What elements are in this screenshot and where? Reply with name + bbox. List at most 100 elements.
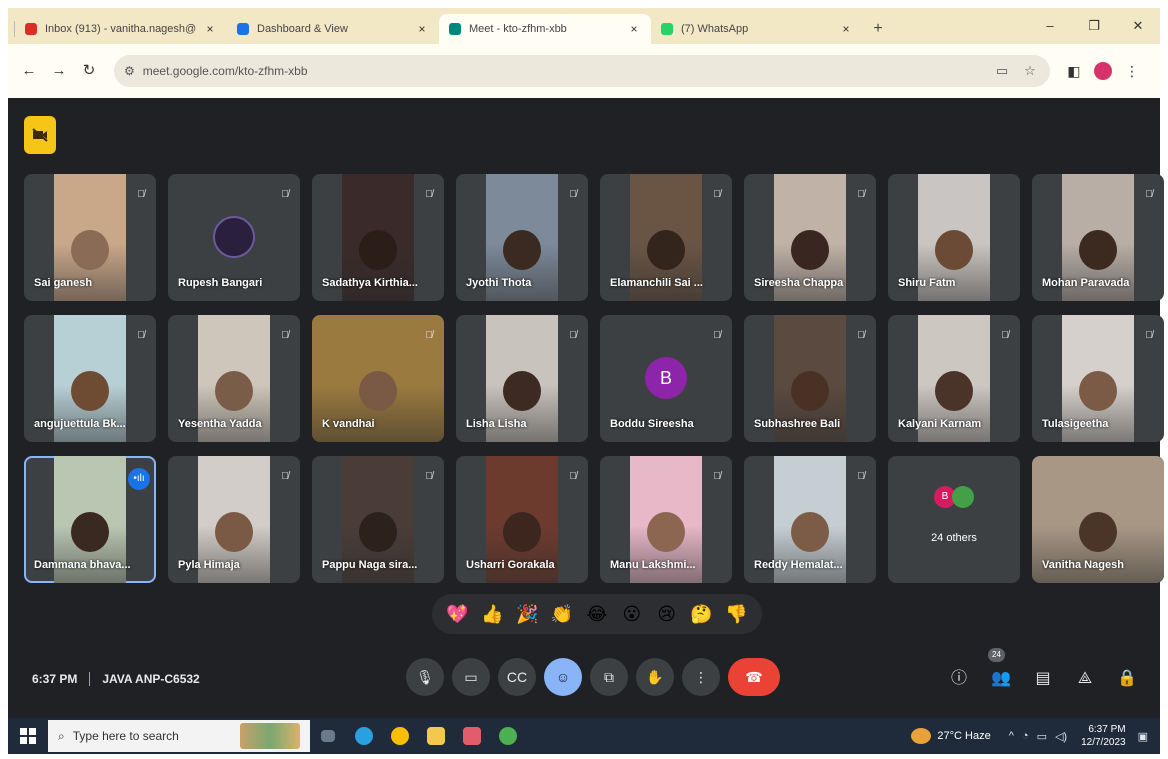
participant-face bbox=[1079, 512, 1117, 552]
participant-tile[interactable]: 🎙̸ Sai ganesh bbox=[24, 174, 156, 301]
photos-icon[interactable] bbox=[454, 718, 490, 754]
participant-tile[interactable]: 🎙̸ angujuettula Bk... bbox=[24, 315, 156, 442]
participant-name: Yesentha Yadda bbox=[178, 418, 262, 430]
close-tab-icon[interactable]: × bbox=[839, 22, 853, 36]
reaction-emoji[interactable]: 😮 bbox=[619, 601, 645, 627]
mic-off-icon: 🎙̸ bbox=[1145, 189, 1153, 200]
mic-off-icon: 🎙̸ bbox=[425, 471, 433, 482]
reaction-emoji[interactable]: 🤔 bbox=[689, 601, 715, 627]
task-view-icon[interactable] bbox=[310, 718, 346, 754]
reload-icon[interactable]: ↻ bbox=[76, 58, 102, 84]
bookmark-star-icon[interactable]: ☆ bbox=[1020, 63, 1040, 79]
forward-icon[interactable]: → bbox=[46, 58, 72, 84]
participant-tile[interactable]: 🎙̸ Jyothi Thota bbox=[456, 174, 588, 301]
reaction-emoji[interactable]: 😂 bbox=[584, 601, 610, 627]
participant-tile[interactable]: 🎙̸ Manu Lakshmi... bbox=[600, 456, 732, 583]
participant-tile[interactable]: 🎙̸ Yesentha Yadda bbox=[168, 315, 300, 442]
address-url[interactable]: meet.google.com/kto-zfhm-xbb bbox=[143, 64, 984, 78]
browser-tab-strip: Inbox (913) - vanitha.nagesh@ × Dashboard … bbox=[8, 8, 1160, 44]
reaction-emoji[interactable]: 👏 bbox=[549, 601, 575, 627]
participant-tile[interactable]: 🎙̸ K vandhai bbox=[312, 315, 444, 442]
participant-tile[interactable]: •ılı Dammana bhava... bbox=[24, 456, 156, 583]
participant-face bbox=[215, 371, 253, 411]
participant-tile[interactable]: 🎙̸ Reddy Hemalat... bbox=[744, 456, 876, 583]
browser-tab[interactable]: Inbox (913) - vanitha.nagesh@ × bbox=[15, 14, 227, 44]
close-tab-icon[interactable]: × bbox=[203, 22, 217, 36]
participant-face bbox=[359, 230, 397, 270]
network-icon[interactable]: ◔ bbox=[1022, 730, 1029, 742]
back-icon[interactable]: ← bbox=[16, 58, 42, 84]
activities-button[interactable]: ⟁ bbox=[1064, 664, 1106, 694]
participant-tile[interactable]: 🎙̸ Pyla Himaja bbox=[168, 456, 300, 583]
camera-button[interactable]: ▭ bbox=[452, 658, 490, 696]
participant-tile[interactable]: Vanitha Nagesh bbox=[1032, 456, 1164, 583]
camera-off-indicator[interactable] bbox=[24, 116, 56, 154]
sidepanel-icon[interactable]: ◧ bbox=[1060, 63, 1088, 80]
participant-tile[interactable]: B 🎙̸ Boddu Sireesha bbox=[600, 315, 732, 442]
participant-tile[interactable]: 🎙̸ Lisha Lisha bbox=[456, 315, 588, 442]
reaction-emoji[interactable]: 😢 bbox=[654, 601, 680, 627]
file-explorer-icon[interactable] bbox=[418, 718, 454, 754]
participant-tile[interactable]: 🎙̸ Kalyani Karnam bbox=[888, 315, 1020, 442]
participant-tile[interactable]: 🎙̸ Usharri Gorakala bbox=[456, 456, 588, 583]
participant-name: Boddu Sireesha bbox=[610, 418, 694, 430]
notifications-icon[interactable]: ▣ bbox=[1138, 730, 1148, 743]
battery-icon[interactable]: ▭ bbox=[1037, 730, 1047, 743]
end-call-button[interactable]: ☎ bbox=[728, 658, 780, 696]
participant-name: Jyothi Thota bbox=[466, 277, 532, 289]
browser-tab[interactable]: Dashboard & View × bbox=[227, 14, 439, 44]
whatsapp-taskbar-icon[interactable] bbox=[490, 718, 526, 754]
browser-menu-icon[interactable]: ⋮ bbox=[1118, 63, 1146, 80]
more-options-button[interactable]: ⋮ bbox=[682, 658, 720, 696]
mic-off-icon: 🎙̸ bbox=[569, 471, 577, 482]
reaction-emoji[interactable]: 👎 bbox=[723, 601, 749, 627]
close-tab-icon[interactable]: × bbox=[627, 22, 641, 36]
captions-button[interactable]: CC bbox=[498, 658, 536, 696]
mic-off-icon: 🎙̸ bbox=[1001, 330, 1009, 341]
taskbar-search[interactable]: ⌕ Type here to search bbox=[48, 720, 310, 752]
cast-icon[interactable]: ▭ bbox=[992, 63, 1012, 79]
mic-off-icon: 🎙̸ bbox=[281, 471, 289, 482]
close-tab-icon[interactable]: × bbox=[415, 22, 429, 36]
weather-text[interactable]: 27°C Haze bbox=[937, 730, 990, 742]
close-window-icon[interactable]: ✕ bbox=[1116, 8, 1160, 44]
participant-tile[interactable]: 🎙̸ Elamanchili Sai ... bbox=[600, 174, 732, 301]
meet-stage: 🎙̸ Sai ganesh 🎙̸ Rupesh Bangari 🎙̸ Sadathya K… bbox=[8, 98, 1164, 718]
address-bar[interactable]: ⚙ meet.google.com/kto-zfhm-xbb ▭ ☆ bbox=[114, 55, 1050, 87]
participant-tile[interactable]: 🎙̸ Sireesha Chappa bbox=[744, 174, 876, 301]
browser-tab[interactable]: (7) WhatsApp × bbox=[651, 14, 863, 44]
camera-icon: ▭ bbox=[464, 668, 478, 685]
host-controls-button[interactable]: 🔒 bbox=[1106, 664, 1148, 694]
participant-tile[interactable]: 🎙̸ Tulasigeetha bbox=[1032, 315, 1164, 442]
participant-tile[interactable]: 🎙̸ Mohan Paravada bbox=[1032, 174, 1164, 301]
edge-icon[interactable] bbox=[346, 718, 382, 754]
raise-hand-button[interactable]: ✋ bbox=[636, 658, 674, 696]
mic-button[interactable]: 🎙 bbox=[406, 658, 444, 696]
reaction-emoji[interactable]: 👍 bbox=[479, 601, 505, 627]
restore-icon[interactable]: ❐ bbox=[1072, 8, 1116, 44]
reaction-emoji[interactable]: 💖 bbox=[444, 601, 470, 627]
reaction-emoji[interactable]: 🎉 bbox=[514, 601, 540, 627]
participant-tile[interactable]: 🎙̸ Pappu Naga sira... bbox=[312, 456, 444, 583]
profile-avatar[interactable] bbox=[1094, 62, 1112, 80]
people-button[interactable]: 24 👥 bbox=[980, 648, 1022, 694]
taskbar-clock[interactable]: 6:37 PM 12/7/2023 bbox=[1081, 723, 1126, 749]
participant-tile[interactable]: 🎙̸ Sadathya Kirthia... bbox=[312, 174, 444, 301]
new-tab-button[interactable]: + bbox=[865, 16, 891, 42]
browser-tab[interactable]: Meet - kto-zfhm-xbb × bbox=[439, 14, 651, 44]
participant-tile[interactable]: 🎙̸ Subhashree Bali bbox=[744, 315, 876, 442]
emoji-button[interactable]: ☺ bbox=[544, 658, 582, 696]
chrome-taskbar-icon[interactable] bbox=[382, 718, 418, 754]
minimize-icon[interactable]: – bbox=[1028, 8, 1072, 44]
chat-button[interactable]: ▤ bbox=[1022, 664, 1064, 694]
participant-tile[interactable]: Shiru Fatm bbox=[888, 174, 1020, 301]
volume-icon[interactable]: ◁) bbox=[1055, 730, 1067, 743]
tray-chevron-icon[interactable]: ^ bbox=[1009, 730, 1014, 742]
info-button[interactable]: ⓘ bbox=[938, 664, 980, 694]
participant-tile[interactable]: 🎙̸ Rupesh Bangari bbox=[168, 174, 300, 301]
participant-tile[interactable]: B 24 others bbox=[888, 456, 1020, 583]
present-button[interactable]: ⧉ bbox=[590, 658, 628, 696]
participant-name: Shiru Fatm bbox=[898, 277, 956, 289]
site-info-icon[interactable]: ⚙ bbox=[124, 64, 135, 78]
start-button[interactable] bbox=[8, 718, 48, 754]
